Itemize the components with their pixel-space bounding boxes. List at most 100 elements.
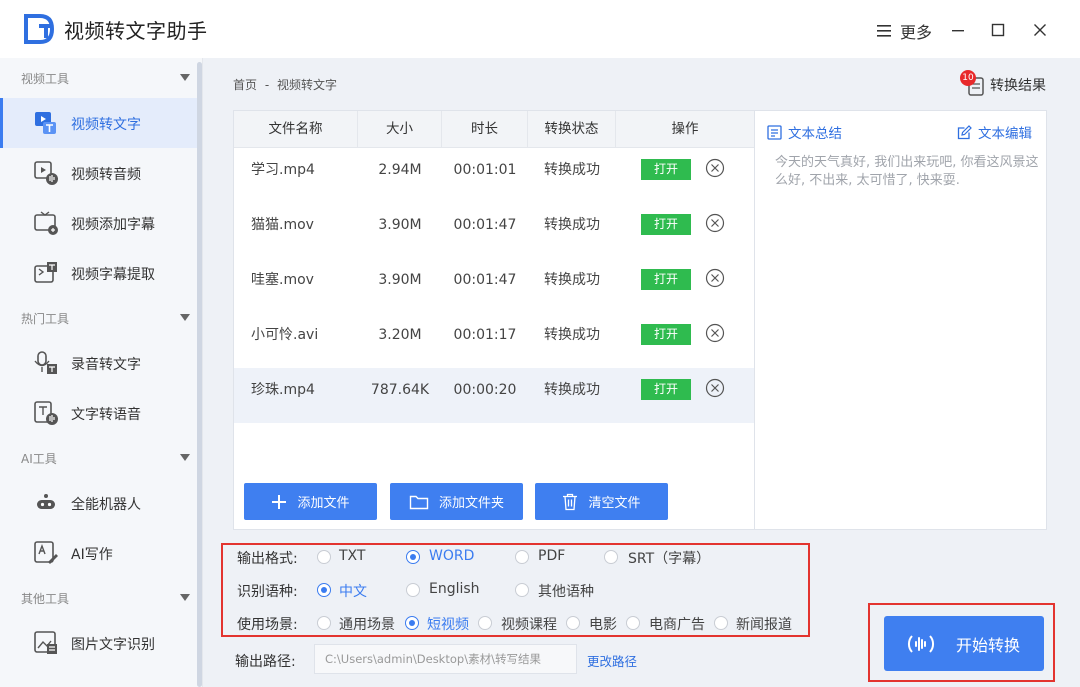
sidebar-item-ai-robot[interactable]: 全能机器人	[0, 478, 197, 528]
sidebar-item-text-to-speech[interactable]: 文字转语音	[0, 388, 197, 438]
plus-icon	[272, 494, 287, 509]
radio-scene-ecommerce-ad-label: 电商广告	[649, 617, 705, 633]
sidebar-scrollbar[interactable]	[197, 62, 202, 687]
text-edit-button[interactable]: 文本编辑	[957, 122, 1032, 142]
nav-label: 全能机器人	[71, 497, 141, 513]
radio-format-srt[interactable]	[604, 550, 618, 564]
section-label: 其他工具	[21, 592, 70, 606]
file-name: 猫猫.mov	[251, 217, 314, 233]
sidebar-item-add-subtitles[interactable]: 视频添加字幕	[0, 198, 197, 248]
nav-label: 视频字幕提取	[71, 267, 155, 283]
file-status: 转换成功	[544, 162, 600, 178]
image-ocr-icon	[34, 631, 57, 654]
add-file-button[interactable]: 添加文件	[244, 483, 377, 520]
more-menu-button[interactable]: 更多	[876, 19, 932, 43]
sidebar-item-audio-to-text[interactable]: 录音转文字	[0, 338, 197, 388]
column-header-size: 大小	[358, 111, 442, 148]
remove-circle-icon[interactable]	[705, 323, 725, 343]
column-header-status: 转换状态	[528, 111, 616, 148]
remove-circle-icon[interactable]	[705, 378, 725, 398]
radio-format-word[interactable]	[406, 550, 420, 564]
file-size: 2.94M	[378, 162, 422, 178]
radio-scene-short-video[interactable]	[405, 616, 419, 630]
section-label: AI工具	[21, 452, 57, 466]
clear-files-button[interactable]: 清空文件	[535, 483, 668, 520]
open-file-button[interactable]: 打开	[641, 379, 691, 400]
sidebar-item-image-ocr[interactable]: 图片文字识别	[0, 618, 197, 668]
radio-lang-chinese[interactable]	[317, 583, 331, 597]
file-size: 3.90M	[378, 272, 422, 288]
file-duration: 00:01:17	[453, 327, 517, 343]
output-path-input[interactable]	[314, 644, 577, 674]
folder-icon	[409, 495, 429, 509]
maximize-button[interactable]	[986, 18, 1010, 42]
remove-circle-icon[interactable]	[705, 213, 725, 233]
sidebar-item-extract-subtitles[interactable]: 视频字幕提取	[0, 248, 197, 298]
add-folder-button[interactable]: 添加文件夹	[390, 483, 523, 520]
section-video-tools[interactable]: 视频工具	[0, 58, 197, 98]
section-label: 视频工具	[21, 72, 70, 86]
file-duration: 00:00:20	[453, 382, 517, 398]
conversion-results-button[interactable]: 10 转换结果	[960, 70, 1046, 98]
text-to-speech-icon	[34, 401, 58, 425]
column-header-action: 操作	[671, 121, 699, 137]
remove-circle-icon[interactable]	[705, 158, 725, 178]
change-path-link[interactable]: 更改路径	[587, 651, 637, 670]
radio-lang-english[interactable]	[406, 583, 420, 597]
output-path-label: 输出路径:	[235, 654, 296, 670]
radio-scene-course[interactable]	[478, 616, 492, 630]
remove-circle-icon[interactable]	[705, 268, 725, 288]
file-name: 学习.mp4	[251, 162, 315, 178]
radio-scene-news[interactable]	[714, 616, 728, 630]
file-size: 787.64K	[370, 382, 430, 398]
breadcrumb-current: 视频转文字	[277, 78, 338, 92]
section-hot-tools[interactable]: 热门工具	[0, 298, 197, 338]
sidebar-item-ai-writing[interactable]: AI写作	[0, 528, 197, 578]
document-icon: 10	[960, 70, 986, 98]
text-preview-panel: 文本总结 文本编辑 今天的天气真好, 我们出来玩吧, 你看这风景这么好, 不出来…	[755, 110, 1047, 530]
table-row[interactable]: 小可怜.avi 3.20M 00:01:17 转换成功 打开	[234, 313, 754, 368]
output-format-row: 输出格式: TXT WORD PDF SRT（字幕）	[223, 546, 808, 568]
start-conversion-button[interactable]: 开始转换	[884, 616, 1044, 671]
open-file-button[interactable]: 打开	[641, 269, 691, 290]
more-label: 更多	[900, 23, 933, 42]
nav-label: AI写作	[71, 547, 113, 563]
file-status: 转换成功	[544, 217, 600, 233]
radio-scene-movie[interactable]	[566, 616, 580, 630]
open-file-button[interactable]: 打开	[641, 214, 691, 235]
text-edit-label: 文本编辑	[978, 126, 1032, 142]
file-name: 珍珠.mp4	[251, 382, 315, 398]
sidebar: 视频工具 视频转文字 视频转音频 视频添加字幕 视频字幕提取 热门工具 录音转文…	[0, 58, 203, 687]
radio-scene-general[interactable]	[317, 616, 331, 630]
radio-format-pdf[interactable]	[515, 550, 529, 564]
table-row[interactable]: 猫猫.mov 3.90M 00:01:47 转换成功 打开	[234, 203, 754, 258]
add-folder-label: 添加文件夹	[438, 496, 504, 511]
table-row[interactable]: 哇塞.mov 3.90M 00:01:47 转换成功 打开	[234, 258, 754, 313]
sidebar-item-video-to-audio[interactable]: 视频转音频	[0, 148, 197, 198]
caret-down-icon	[180, 314, 190, 321]
breadcrumb-home[interactable]: 首页	[233, 78, 257, 92]
radio-lang-other[interactable]	[515, 583, 529, 597]
sidebar-item-video-to-text[interactable]: 视频转文字	[0, 98, 197, 148]
start-conversion-label: 开始转换	[956, 635, 1021, 655]
title-bar: 视频转文字助手 更多	[0, 0, 1080, 58]
table-row[interactable]: 学习.mp4 2.94M 00:01:01 转换成功 打开	[234, 148, 754, 203]
section-ai-tools[interactable]: AI工具	[0, 438, 197, 478]
table-row[interactable]: 珍珠.mp4 787.64K 00:00:20 转换成功 打开	[234, 368, 754, 423]
close-window-button[interactable]	[1028, 18, 1052, 42]
open-file-button[interactable]: 打开	[641, 324, 691, 345]
text-summary-button[interactable]: 文本总结	[767, 122, 842, 142]
open-file-button[interactable]: 打开	[641, 159, 691, 180]
breadcrumb-separator: -	[264, 78, 270, 92]
file-duration: 00:01:47	[453, 272, 517, 288]
radio-scene-general-label: 通用场景	[339, 617, 395, 633]
result-count-badge: 10	[960, 70, 976, 86]
close-icon	[1034, 24, 1046, 36]
radio-scene-movie-label: 电影	[589, 617, 617, 633]
minimize-button[interactable]	[946, 18, 970, 42]
radio-scene-ecommerce-ad[interactable]	[626, 616, 640, 630]
nav-label: 视频转文字	[71, 117, 141, 133]
radio-format-txt[interactable]	[317, 550, 331, 564]
section-other-tools[interactable]: 其他工具	[0, 578, 197, 618]
trash-icon	[563, 493, 578, 510]
